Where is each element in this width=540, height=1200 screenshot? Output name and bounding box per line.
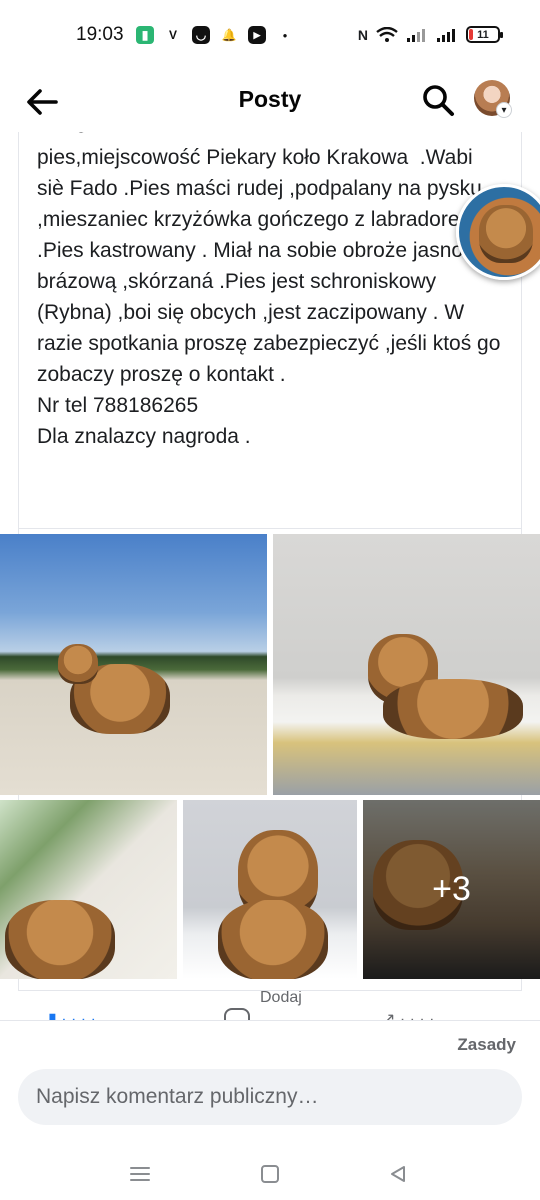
- post-reward: Dla znalazcy nagroda .: [37, 425, 251, 448]
- notification-icons: ▮ V ◡ 🔔 ▶ ●: [136, 26, 294, 44]
- like-icon[interactable]: ▮ · · · ·: [48, 1009, 96, 1020]
- system-navigation-bar: [0, 1150, 540, 1200]
- recent-apps-icon[interactable]: [122, 1156, 158, 1192]
- battery-level: 11: [477, 28, 489, 41]
- dot-icon: ●: [282, 30, 288, 40]
- dog-photo-road[interactable]: [0, 534, 267, 795]
- page-title: Posty: [238, 86, 302, 112]
- comment-input[interactable]: Napisz komentarz publiczny…: [18, 1069, 522, 1125]
- home-icon[interactable]: [252, 1156, 288, 1192]
- post-actions-row: ▮ · · · · Dodaj ↗ · · · ·: [18, 990, 522, 1020]
- vinted-icon: V: [168, 28, 177, 42]
- signal-icon: [407, 28, 425, 42]
- post-body: pies,miejscowość Piekary koło Krakowa .W…: [37, 142, 503, 452]
- share-button[interactable]: ↗ · · · ·: [382, 1009, 435, 1020]
- signal-icon: [437, 28, 455, 42]
- app-bar: Posty ▾: [0, 72, 540, 132]
- system-icons: N 11: [357, 26, 503, 43]
- wifi-icon: [376, 26, 398, 42]
- back-nav-icon[interactable]: [380, 1156, 416, 1192]
- comment-button[interactable]: Dodaj: [224, 991, 302, 1020]
- chevron-down-icon[interactable]: ▾: [496, 102, 512, 118]
- comment-sheet: Zasady Napisz komentarz publiczny…: [0, 1020, 540, 1150]
- bell-icon: 🔔: [221, 28, 237, 42]
- clipped-text-line: wiergo: [37, 132, 99, 134]
- status-time: 19:03: [76, 24, 124, 45]
- post-paragraph: pies,miejscowość Piekary koło Krakowa .W…: [37, 146, 501, 386]
- post-phone: Nr tel 788186265: [37, 394, 199, 417]
- messenger-icon: ◡: [192, 26, 210, 44]
- dog-photo-plant[interactable]: [0, 800, 177, 979]
- dog-photo-sitting[interactable]: [183, 800, 357, 979]
- nfc-icon: N: [357, 26, 368, 43]
- comment-label: Dodaj: [260, 990, 302, 1006]
- policy-link[interactable]: Zasady: [457, 1035, 516, 1055]
- status-bar: 19:03 ▮ V ◡ 🔔 ▶ ● N 11: [0, 0, 540, 72]
- app-notification-icon: ▮: [136, 26, 154, 44]
- divider: [19, 528, 521, 529]
- more-photos-count: +3: [363, 800, 540, 979]
- dog-photo-bed[interactable]: [273, 534, 540, 795]
- comment-icon: [224, 1008, 250, 1020]
- dog-photo-more[interactable]: +3: [363, 800, 540, 979]
- search-icon[interactable]: [420, 82, 456, 118]
- youtube-icon: ▶: [248, 26, 266, 44]
- battery-icon: 11: [466, 26, 503, 43]
